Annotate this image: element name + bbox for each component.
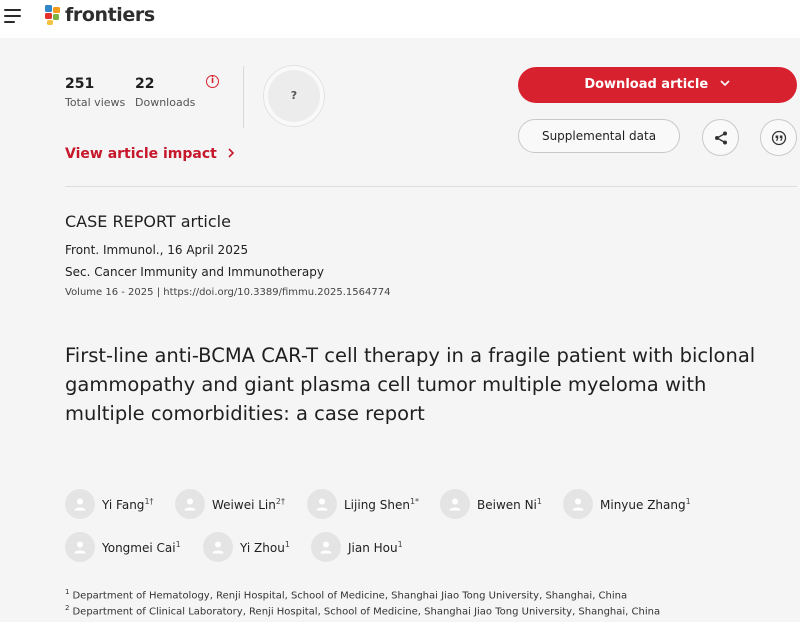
author-name: Weiwei Lin2† xyxy=(212,496,285,512)
author-name: Yi Fang1† xyxy=(102,496,154,512)
title-line: First-line anti-BCMA CAR-T cell therapy … xyxy=(65,344,756,367)
user-icon xyxy=(449,498,461,511)
journal-date: Front. Immunol., 16 April 2025 xyxy=(65,243,249,257)
user-icon xyxy=(74,541,86,554)
quote-icon xyxy=(771,130,786,145)
author-item[interactable]: Minyue Zhang1 xyxy=(563,489,691,519)
avatar xyxy=(65,532,95,562)
stats-divider xyxy=(243,66,244,128)
title-line: multiple comorbidities: a case report xyxy=(65,402,425,425)
download-article-label: Download article xyxy=(584,77,709,92)
avatar xyxy=(563,489,593,519)
author-name: Jian Hou1 xyxy=(348,539,403,555)
avatar xyxy=(203,532,233,562)
frontiers-logo[interactable]: frontiers xyxy=(44,4,155,26)
volume-doi: Volume 16 - 2025 | https://doi.org/10.33… xyxy=(65,287,391,298)
avatar xyxy=(65,489,95,519)
downloads-stat: 22 Downloads xyxy=(135,76,195,109)
download-article-button[interactable]: Download article xyxy=(518,67,797,103)
total-views-label: Total views xyxy=(65,96,126,109)
share-icon xyxy=(714,131,727,144)
downloads-label: Downloads xyxy=(135,96,196,109)
author-name: Yi Zhou1 xyxy=(240,539,290,555)
total-views-stat: 251 Total views xyxy=(65,76,125,109)
article-type: CASE REPORT article xyxy=(65,212,231,231)
author-item[interactable]: Lijing Shen1* xyxy=(307,489,419,519)
author-item[interactable]: Jian Hou1 xyxy=(311,532,403,562)
user-icon xyxy=(184,498,196,511)
user-icon xyxy=(320,541,332,554)
author-item[interactable]: Yongmei Cai1 xyxy=(65,532,181,562)
avatar xyxy=(307,489,337,519)
article-title: First-line anti-BCMA CAR-T cell therapy … xyxy=(65,341,800,428)
user-icon xyxy=(74,498,86,511)
view-article-impact-label: View article impact xyxy=(65,146,217,162)
avatar xyxy=(311,532,341,562)
author-name: Yongmei Cai1 xyxy=(102,539,181,555)
author-item[interactable]: Beiwen Ni1 xyxy=(440,489,542,519)
view-article-impact-link[interactable]: View article impact xyxy=(65,146,236,162)
author-name: Minyue Zhang1 xyxy=(600,496,691,512)
title-line: gammopathy and giant plasma cell tumor m… xyxy=(65,373,707,396)
avatar xyxy=(440,489,470,519)
user-icon xyxy=(212,541,224,554)
downloads-count: 22 xyxy=(135,76,155,92)
author-name: Lijing Shen1* xyxy=(344,496,420,512)
supplemental-data-button[interactable]: Supplemental data xyxy=(518,119,680,153)
user-icon xyxy=(316,498,328,511)
top-bar: frontiers xyxy=(0,0,800,38)
chevron-right-icon xyxy=(228,148,234,158)
cite-button[interactable] xyxy=(760,119,797,156)
total-views-count: 251 xyxy=(65,76,95,92)
altmetric-badge[interactable]: ? xyxy=(264,66,324,126)
affiliation: 2 Department of Clinical Laboratory, Renj… xyxy=(65,604,661,618)
journal-section: Sec. Cancer Immunity and Immunotherapy xyxy=(65,265,324,279)
author-name: Beiwen Ni1 xyxy=(477,496,542,512)
frontiers-logo-icon xyxy=(45,5,60,25)
share-button[interactable] xyxy=(702,119,739,156)
author-item[interactable]: Weiwei Lin2† xyxy=(175,489,285,519)
author-item[interactable]: Yi Zhou1 xyxy=(203,532,290,562)
chevron-down-icon xyxy=(720,80,730,87)
logo-text: frontiers xyxy=(65,4,155,26)
hamburger-menu-icon[interactable] xyxy=(4,9,21,23)
info-icon[interactable]: i xyxy=(206,75,219,88)
section-divider xyxy=(65,186,797,187)
affiliation: 1 Department of Hematology, Renji Hospita… xyxy=(65,588,628,602)
avatar xyxy=(175,489,205,519)
author-item[interactable]: Yi Fang1† xyxy=(65,489,154,519)
user-icon xyxy=(572,498,584,511)
